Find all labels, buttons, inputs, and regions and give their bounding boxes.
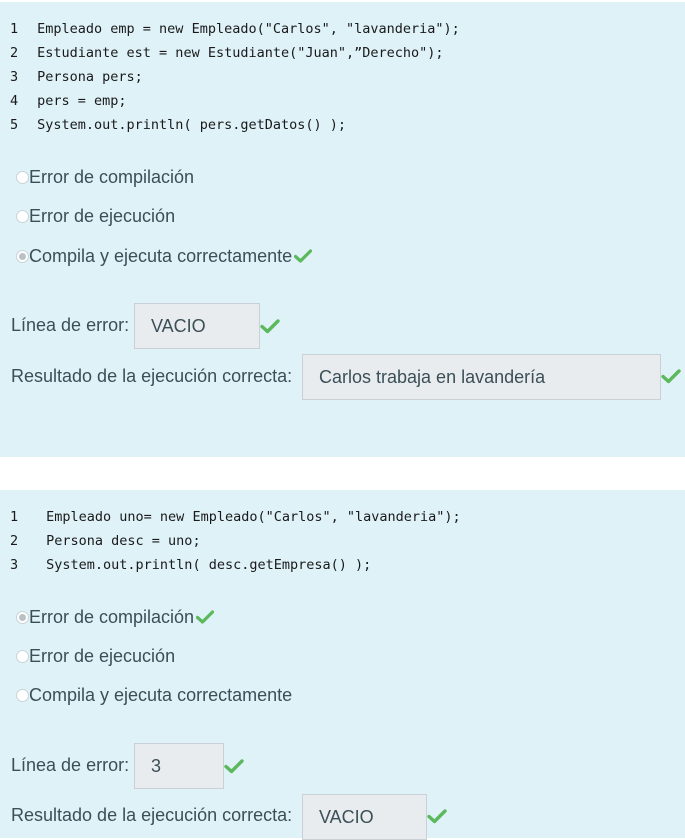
radio-button-selected[interactable] [16, 611, 29, 624]
code-line: 5 System.out.println( pers.getDatos() ); [10, 115, 346, 135]
line-number: 2 [10, 533, 19, 549]
line-number: 1 [10, 509, 19, 525]
radio-button[interactable] [16, 210, 29, 223]
option-error-compilacion[interactable]: Error de compilación [16, 605, 215, 629]
checkmark-icon [427, 809, 447, 824]
option-label: Compila y ejecuta correctamente [29, 246, 293, 266]
option-error-ejecucion[interactable]: Error de ejecución [16, 644, 175, 668]
option-label: Error de compilación [29, 607, 195, 627]
radio-button[interactable] [16, 689, 29, 702]
code-line: 1 Empleado uno= new Empleado("Carlos", "l… [10, 507, 461, 527]
code-line: 3 Persona pers; [10, 67, 143, 87]
radio-button-selected[interactable] [16, 250, 29, 263]
code-line: 2 Estudiante est = new Estudiante("Juan",… [10, 43, 444, 63]
code-text: Empleado uno= new Empleado("Carlos", "la… [46, 509, 461, 525]
option-compila-correctamente[interactable]: Compila y ejecuta correctamente [16, 683, 292, 707]
code-text: pers = emp; [37, 93, 127, 109]
line-number: 3 [10, 557, 19, 573]
code-text: Empleado emp = new Empleado("Carlos", "l… [37, 21, 460, 37]
code-text: Estudiante est = new Estudiante("Juan",”… [37, 45, 444, 61]
result-label: Resultado de la ejecución correcta: [11, 366, 293, 386]
checkmark-icon [224, 759, 244, 774]
code-text: System.out.println( desc.getEmpresa() ); [46, 557, 372, 573]
result-field[interactable]: VACIO [302, 794, 427, 840]
question-panel-1: 1 Empleado emp = new Empleado("Carlos", "… [0, 2, 685, 457]
checkmark-icon [661, 369, 681, 384]
code-line: 2 Persona desc = uno; [10, 531, 201, 551]
option-label: Compila y ejecuta correctamente [29, 685, 293, 705]
option-label: Error de compilación [29, 167, 195, 187]
option-compila-correctamente[interactable]: Compila y ejecuta correctamente [16, 244, 313, 268]
checkmark-icon [260, 319, 280, 334]
result-label: Resultado de la ejecución correcta: [11, 805, 293, 825]
code-line: 4 pers = emp; [10, 91, 127, 111]
error-line-field[interactable]: 3 [134, 743, 224, 789]
line-number: 3 [10, 69, 19, 85]
checkmark-icon [196, 610, 215, 624]
checkmark-icon [294, 249, 313, 263]
option-label: Error de ejecución [29, 646, 176, 666]
code-line: 3 System.out.println( desc.getEmpresa() )… [10, 555, 371, 575]
error-line-field[interactable]: VACIO [134, 303, 260, 349]
code-line: 1 Empleado emp = new Empleado("Carlos", "… [10, 19, 460, 39]
code-text: System.out.println( pers.getDatos() ); [37, 117, 346, 133]
line-number: 1 [10, 21, 19, 37]
radio-button[interactable] [16, 650, 29, 663]
error-line-label: Línea de error: [11, 315, 130, 335]
line-number: 5 [10, 117, 19, 133]
line-number: 2 [10, 45, 19, 61]
question-panel-2: 1 Empleado uno= new Empleado("Carlos", "l… [0, 490, 685, 840]
error-line-label: Línea de error: [11, 755, 130, 775]
option-error-ejecucion[interactable]: Error de ejecución [16, 204, 175, 228]
option-label: Error de ejecución [29, 206, 176, 226]
code-text: Persona pers; [37, 69, 143, 85]
code-text: Persona desc = uno; [46, 533, 201, 549]
result-field[interactable]: Carlos trabaja en lavandería [302, 354, 661, 400]
radio-button[interactable] [16, 171, 29, 184]
line-number: 4 [10, 93, 19, 109]
option-error-compilacion[interactable]: Error de compilación [16, 165, 194, 189]
